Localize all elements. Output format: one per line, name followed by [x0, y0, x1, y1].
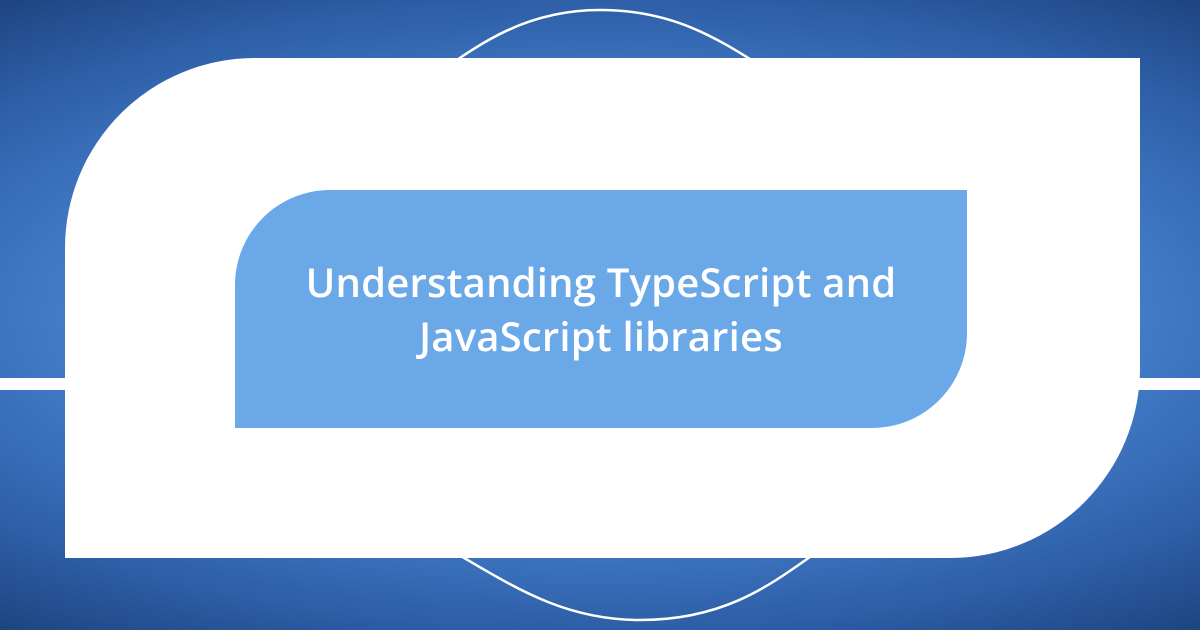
decorative-curve-bottom: [260, 480, 960, 630]
inner-panel: Understanding TypeScript and JavaScript …: [235, 190, 967, 428]
hero-title: Understanding TypeScript and JavaScript …: [285, 255, 917, 363]
